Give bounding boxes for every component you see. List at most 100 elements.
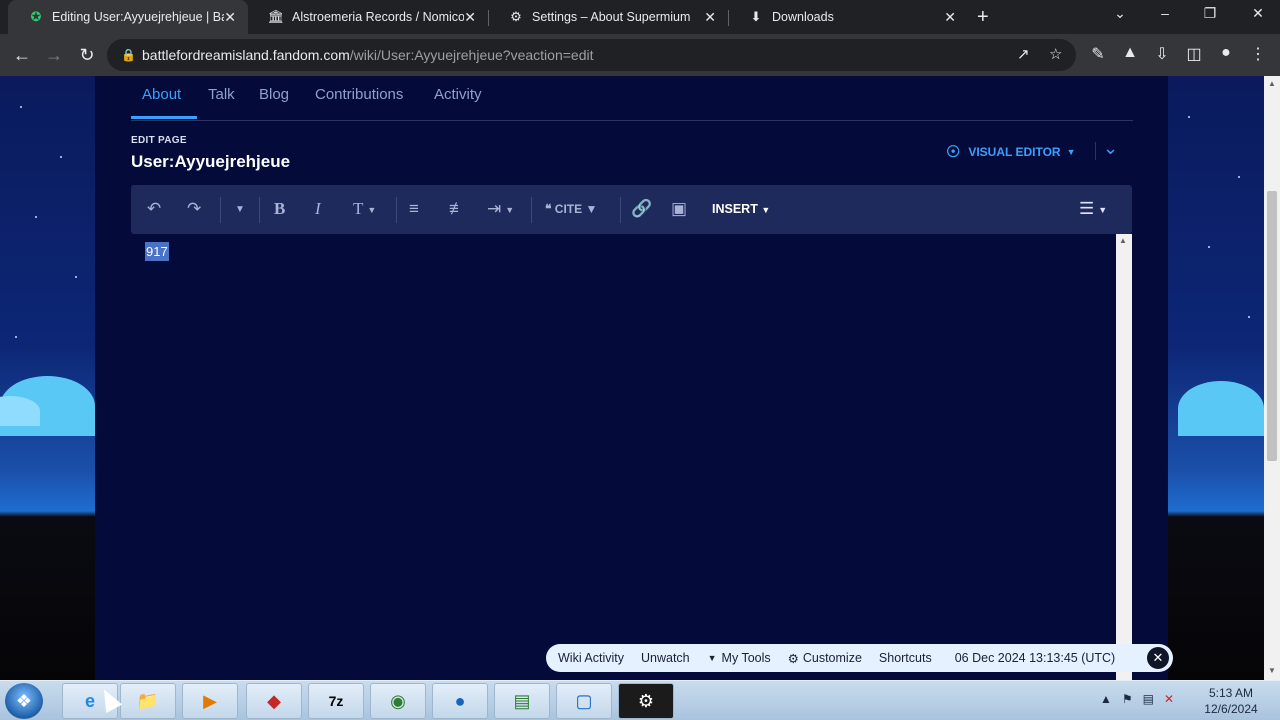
editor-scrollbar[interactable]: ▲ bbox=[1116, 234, 1132, 680]
system-clock[interactable]: 5:13 AM 12/6/2024 bbox=[1196, 685, 1266, 717]
network-icon[interactable]: ▤ bbox=[1143, 692, 1154, 706]
my-tools-link[interactable]: My Tools bbox=[722, 651, 771, 665]
caret-down-icon: ▼ bbox=[761, 205, 771, 215]
show-hidden-icons-icon[interactable]: ▲ bbox=[1100, 692, 1112, 706]
editor-text-selection[interactable]: 917 bbox=[145, 242, 169, 261]
restore-icon[interactable]: ❐ bbox=[1200, 5, 1220, 22]
start-button[interactable]: ❖ bbox=[5, 683, 43, 719]
side-panel-icon[interactable]: ◫ bbox=[1183, 44, 1205, 64]
url-path: /wiki/User:Ayyuejrehjeue?veaction=edit bbox=[349, 47, 594, 63]
menu-icon[interactable]: ⋮ bbox=[1247, 44, 1269, 64]
scrollbar-thumb[interactable] bbox=[1267, 191, 1277, 461]
toolbar-separator bbox=[259, 197, 260, 223]
minimize-icon[interactable]: – bbox=[1155, 5, 1175, 21]
close-tab-icon[interactable]: ✕ bbox=[704, 9, 716, 26]
clock-time: 5:13 AM bbox=[1208, 686, 1254, 700]
divider bbox=[1095, 142, 1096, 160]
lock-icon: 🔒 bbox=[121, 48, 136, 62]
editor-mode-label: VISUAL EDITOR bbox=[968, 145, 1061, 159]
extensions-icon[interactable]: ✎ bbox=[1087, 44, 1109, 64]
unwatch-link[interactable]: Unwatch bbox=[641, 651, 690, 665]
globe-app-icon[interactable]: ● bbox=[432, 683, 488, 719]
tab-search-icon[interactable]: ⌄ bbox=[1110, 5, 1130, 22]
scroll-down-icon[interactable]: ▼ bbox=[1268, 666, 1276, 675]
tab-alstroemeria[interactable]: 🏛 Alstroemeria Records / Nomico ✕ bbox=[248, 0, 488, 34]
tab-downloads[interactable]: ⬇ Downloads ✕ bbox=[728, 0, 968, 34]
indent-icon[interactable]: ⇥ ▼ bbox=[487, 199, 514, 219]
tab-activity[interactable]: Activity bbox=[434, 86, 482, 103]
download-icon: ⬇ bbox=[750, 9, 762, 24]
download-icon[interactable]: ⇩ bbox=[1151, 44, 1173, 64]
chevron-down-icon[interactable]: ⌄ bbox=[1103, 138, 1118, 159]
address-bar[interactable]: 🔒 battlefordreamisland.fandom.com/wiki/U… bbox=[107, 39, 1076, 71]
toolbar-separator bbox=[396, 197, 397, 223]
file-explorer-icon[interactable]: 📁 bbox=[120, 683, 176, 719]
tab-blog[interactable]: Blog bbox=[259, 86, 289, 103]
fandom-icon: ✪ bbox=[30, 9, 42, 24]
tab-editing-user[interactable]: ✪ Editing User:Ayyuejrehjeue | Batt ✕ bbox=[8, 0, 248, 34]
window-app-icon[interactable]: ▢ bbox=[556, 683, 612, 719]
tab-label: Alstroemeria Records / Nomico bbox=[292, 10, 464, 24]
url-host: battlefordreamisland.fandom.com bbox=[142, 47, 350, 63]
editor-content-area[interactable]: 917 bbox=[131, 234, 1117, 680]
tab-contributions[interactable]: Contributions bbox=[315, 86, 403, 103]
customize-link[interactable]: Customize bbox=[803, 651, 862, 665]
insert-button[interactable]: INSERT ▼ bbox=[712, 202, 770, 216]
background-art-left bbox=[0, 76, 95, 680]
profile-icon[interactable]: ● bbox=[1215, 44, 1237, 62]
format-dropdown-icon[interactable]: ▼ bbox=[235, 204, 245, 215]
volume-muted-icon[interactable]: ✕ bbox=[1164, 692, 1174, 706]
shortcuts-link[interactable]: Shortcuts bbox=[879, 651, 932, 665]
cite-button[interactable]: ❝ CITE ▼ bbox=[545, 202, 597, 216]
windows-logo-icon: ❖ bbox=[15, 690, 33, 711]
web-page: About Talk Blog Contributions Activity E… bbox=[0, 76, 1264, 680]
page-title: User:Ayyuejrehjeue bbox=[131, 152, 291, 171]
eye-icon: ☉ bbox=[946, 144, 961, 161]
undo-icon[interactable]: ↶ bbox=[147, 199, 161, 219]
lab-icon[interactable]: ▲ bbox=[1119, 44, 1141, 62]
tab-about[interactable]: About bbox=[142, 86, 181, 103]
wiki-activity-link[interactable]: Wiki Activity bbox=[558, 651, 624, 665]
redo-icon[interactable]: ↷ bbox=[187, 199, 201, 219]
forward-icon[interactable]: → bbox=[42, 43, 66, 67]
close-tab-icon[interactable]: ✕ bbox=[224, 9, 236, 26]
utc-timestamp: 06 Dec 2024 13:13:45 (UTC) bbox=[954, 651, 1116, 665]
back-icon[interactable]: ← bbox=[10, 43, 34, 67]
scroll-up-icon[interactable]: ▲ bbox=[1268, 79, 1276, 88]
tab-talk[interactable]: Talk bbox=[208, 86, 235, 103]
caret-down-icon: ▼ bbox=[707, 653, 717, 663]
browser-tab-bar: ✪ Editing User:Ayyuejrehjeue | Batt ✕ 🏛 … bbox=[0, 0, 1280, 34]
gear-icon: ⚙ bbox=[787, 651, 799, 666]
close-window-icon[interactable]: ✕ bbox=[1248, 5, 1268, 22]
hamburger-menu-icon[interactable]: ☰ ▼ bbox=[1079, 199, 1107, 219]
new-tab-icon[interactable]: + bbox=[977, 6, 989, 29]
media-player-icon[interactable]: ▶ bbox=[182, 683, 238, 719]
toolbar-separator bbox=[620, 197, 621, 223]
bullet-list-icon[interactable]: ≡ bbox=[409, 199, 419, 219]
shield-app-icon[interactable]: ◆ bbox=[246, 683, 302, 719]
main-content: About Talk Blog Contributions Activity E… bbox=[95, 76, 1168, 680]
close-tab-icon[interactable]: ✕ bbox=[464, 9, 476, 26]
page-scrollbar[interactable]: ▲ ▼ bbox=[1264, 76, 1280, 680]
flag-icon[interactable]: ⚑ bbox=[1122, 692, 1133, 706]
tab-settings[interactable]: ⚙ Settings – About Supermium ✕ bbox=[488, 0, 728, 34]
steam-icon[interactable]: ⚙ bbox=[618, 683, 674, 719]
close-icon[interactable]: ✕ bbox=[1147, 647, 1169, 669]
numbered-list-icon[interactable]: ≢ bbox=[449, 199, 466, 219]
system-tray: ▲ ⚑ ▤ ✕ bbox=[1100, 692, 1174, 706]
7zip-icon[interactable]: 7z bbox=[308, 683, 364, 719]
star-icon[interactable]: ☆ bbox=[1049, 39, 1062, 71]
image-icon[interactable]: ▣ bbox=[671, 199, 687, 219]
share-icon[interactable]: ↗ bbox=[1017, 39, 1030, 71]
reload-icon[interactable]: ↻ bbox=[75, 43, 99, 67]
document-app-icon[interactable]: ▤ bbox=[494, 683, 550, 719]
close-tab-icon[interactable]: ✕ bbox=[944, 9, 956, 26]
text-style-icon[interactable]: T ▼ bbox=[353, 199, 376, 219]
cite-label: CITE bbox=[554, 202, 583, 216]
scroll-up-icon[interactable]: ▲ bbox=[1119, 236, 1127, 245]
bold-icon[interactable]: B bbox=[274, 199, 285, 219]
editor-mode-dropdown[interactable]: ☉ VISUAL EDITOR ▼ bbox=[946, 142, 1076, 162]
italic-icon[interactable]: I bbox=[315, 199, 321, 219]
link-icon[interactable]: 🔗 bbox=[631, 199, 652, 219]
network-app-icon[interactable]: ◉ bbox=[370, 683, 426, 719]
